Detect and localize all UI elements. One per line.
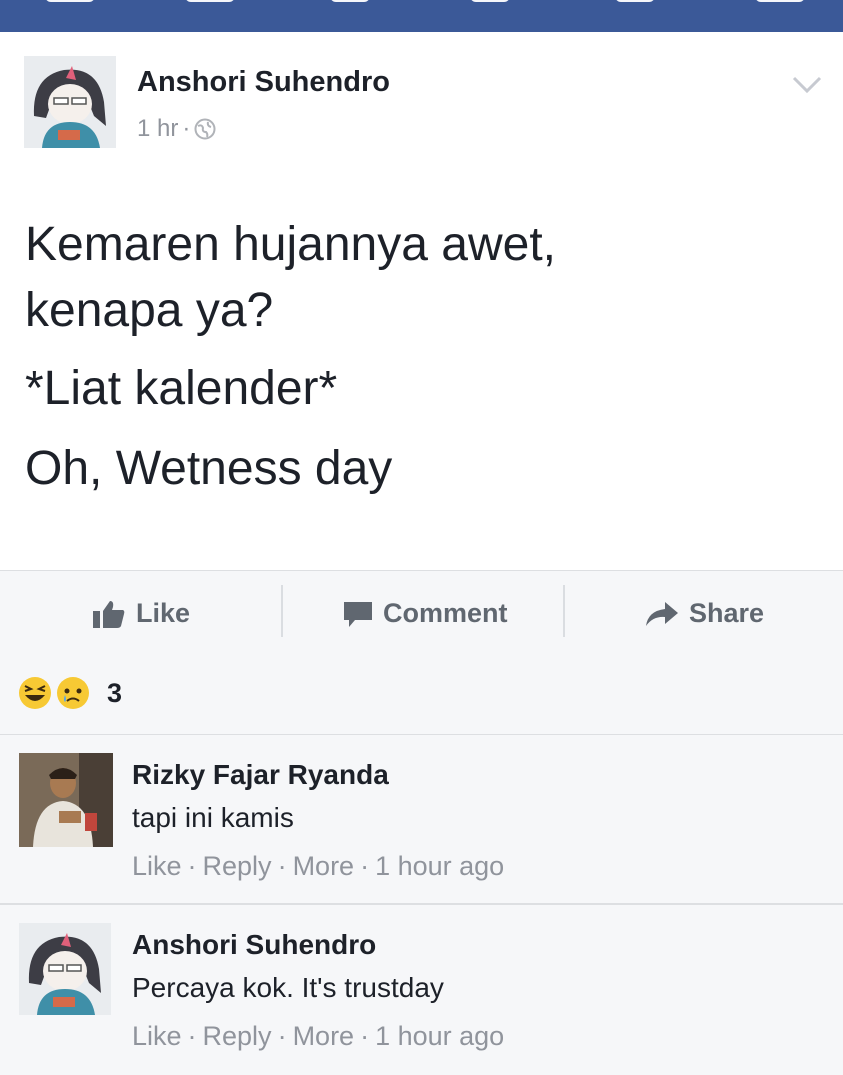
comment-actions-separator: · bbox=[360, 1021, 370, 1051]
post-body-line: kenapa ya? bbox=[25, 284, 274, 337]
comment-more-link[interactable]: More bbox=[293, 851, 355, 881]
reaction-count: 3 bbox=[107, 678, 123, 708]
comment-more-link[interactable]: More bbox=[293, 1021, 355, 1051]
comment-like-link[interactable]: Like bbox=[132, 1021, 182, 1051]
comment-item: Rizky Fajar Ryanda tapi ini kamis Like · R… bbox=[0, 735, 843, 905]
commenter-avatar[interactable] bbox=[19, 753, 113, 847]
comment-reply-link[interactable]: Reply bbox=[203, 1021, 272, 1051]
nav-icon-home[interactable] bbox=[45, 0, 95, 2]
comment-actions-separator: · bbox=[277, 851, 287, 881]
like-button[interactable]: Like bbox=[92, 571, 190, 656]
nav-icon-menu[interactable] bbox=[755, 0, 805, 2]
comment-like-link[interactable]: Like bbox=[132, 851, 182, 881]
nav-icon-friends[interactable] bbox=[185, 0, 235, 2]
comment-actions-separator: · bbox=[277, 1021, 287, 1051]
post-body-line: Kemaren hujannya awet, bbox=[25, 218, 556, 271]
post-body: Kemaren hujannya awet, kenapa ya? *Liat … bbox=[25, 212, 825, 502]
action-separator bbox=[281, 585, 283, 637]
thumbs-up-icon bbox=[93, 600, 125, 628]
post-author-name[interactable]: Anshori Suhendro bbox=[137, 66, 390, 99]
comment-actions: Like · Reply · More · 1 hour ago bbox=[132, 1021, 504, 1052]
post-options-chevron-icon[interactable] bbox=[790, 72, 824, 96]
comment-actions-separator: · bbox=[187, 1021, 197, 1051]
commenter-avatar[interactable] bbox=[19, 923, 111, 1015]
post-body-line: Oh, Wetness day bbox=[25, 442, 393, 495]
share-arrow-icon bbox=[646, 601, 678, 626]
comment-button[interactable]: Comment bbox=[343, 571, 508, 656]
comment-actions-separator: · bbox=[187, 851, 197, 881]
comment-reply-link[interactable]: Reply bbox=[203, 851, 272, 881]
top-nav-bar bbox=[0, 0, 843, 32]
share-button[interactable]: Share bbox=[645, 571, 764, 656]
nav-icon-search[interactable] bbox=[615, 0, 655, 2]
comment-icon bbox=[344, 601, 372, 627]
comment-text: Percaya kok. It's trustday bbox=[132, 972, 444, 1003]
reactions-row[interactable]: 3 bbox=[0, 656, 843, 735]
like-label: Like bbox=[136, 598, 191, 628]
share-label: Share bbox=[689, 598, 765, 628]
post-meta: 1 hr · bbox=[137, 115, 216, 143]
post-time[interactable]: 1 hr bbox=[137, 115, 178, 143]
laughing-emoji-icon bbox=[19, 677, 51, 709]
comment-time[interactable]: 1 hour ago bbox=[375, 851, 504, 881]
author-avatar[interactable] bbox=[24, 56, 116, 148]
comment-time[interactable]: 1 hour ago bbox=[375, 1021, 504, 1051]
nav-icon-messages[interactable] bbox=[330, 0, 370, 2]
meta-separator: · bbox=[182, 115, 191, 142]
comment-item: Anshori Suhendro Percaya kok. It's trust… bbox=[0, 905, 843, 1075]
sad-emoji-icon bbox=[57, 677, 89, 709]
comment-actions: Like · Reply · More · 1 hour ago bbox=[132, 851, 504, 882]
comment-actions-separator: · bbox=[360, 851, 370, 881]
post-action-bar: Like Comment Share bbox=[0, 570, 843, 657]
comment-label: Comment bbox=[383, 598, 508, 628]
nav-icon-globe[interactable] bbox=[470, 0, 510, 2]
comment-author[interactable]: Anshori Suhendro bbox=[132, 929, 376, 961]
globe-icon bbox=[194, 118, 216, 140]
action-separator bbox=[563, 585, 565, 637]
comment-text: tapi ini kamis bbox=[132, 802, 294, 833]
comment-author[interactable]: Rizky Fajar Ryanda bbox=[132, 759, 389, 791]
post-body-line: *Liat kalender* bbox=[25, 362, 338, 415]
